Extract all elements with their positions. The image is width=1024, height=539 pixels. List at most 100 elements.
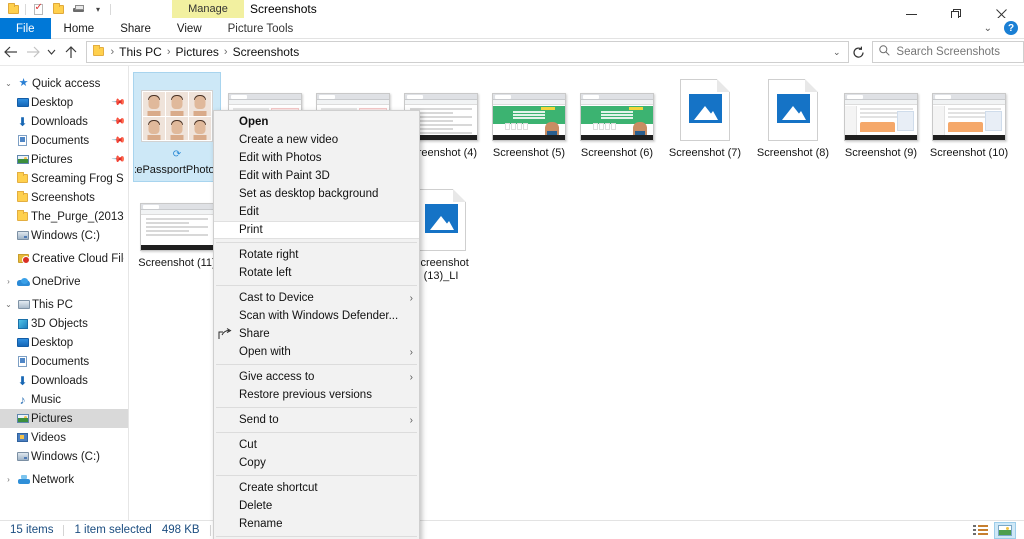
context-menu-item-cast-to-device[interactable]: Cast to Device › xyxy=(214,289,419,307)
file-tile[interactable]: Screenshot (10) xyxy=(925,72,1013,182)
folder-icon[interactable] xyxy=(3,0,23,18)
file-tile[interactable]: Screenshot (11) xyxy=(133,182,221,292)
sidebar-item-onedrive[interactable]: › OneDrive xyxy=(0,272,128,291)
file-tile[interactable]: Screenshot (6) xyxy=(573,72,661,182)
sidebar-item-pictures-pc[interactable]: Pictures xyxy=(0,409,128,428)
file-tile[interactable]: ⟳ MakePassportPhoto.com xyxy=(133,72,221,182)
chevron-down-icon[interactable]: ⌄ xyxy=(2,300,15,309)
manage-contextual-tab[interactable]: Manage xyxy=(172,0,244,18)
browser-thumbnail xyxy=(579,79,655,141)
context-menu-item-rotate-right[interactable]: Rotate right xyxy=(214,246,419,264)
address-input[interactable]: › This PC › Pictures › Screenshots ⌄ xyxy=(86,41,849,63)
context-menu-item-create-shortcut[interactable]: Create shortcut xyxy=(214,479,419,497)
context-menu-item-set-as-desktop-background[interactable]: Set as desktop background xyxy=(214,185,419,203)
sidebar-label: Windows (C:) xyxy=(31,451,100,463)
breadcrumb-pictures[interactable]: Pictures xyxy=(174,45,221,59)
file-list-view[interactable]: ⟳ MakePassportPhoto.com Screenshot (2) xyxy=(129,66,1024,520)
up-button[interactable] xyxy=(60,39,82,65)
print-icon[interactable] xyxy=(68,0,88,18)
context-menu-item-scan-with-windows-defender[interactable]: Scan with Windows Defender... xyxy=(214,307,419,325)
sidebar-item-downloads-pc[interactable]: ⬇ Downloads xyxy=(0,371,128,390)
context-menu-item-open[interactable]: Open xyxy=(214,113,419,131)
sidebar-item-pictures[interactable]: Pictures 📌 xyxy=(0,150,128,169)
context-menu-item-restore-previous-versions[interactable]: Restore previous versions xyxy=(214,386,419,404)
address-dropdown-icon[interactable]: ⌄ xyxy=(833,47,844,58)
sidebar-item-this-pc[interactable]: ⌄ This PC xyxy=(0,295,128,314)
sidebar-item-videos[interactable]: Videos xyxy=(0,428,128,447)
context-menu-item-print[interactable]: Print xyxy=(214,221,419,239)
context-menu-item-edit-with-photos[interactable]: Edit with Photos xyxy=(214,149,419,167)
sidebar-item-windows-c-pc[interactable]: Windows (C:) xyxy=(0,447,128,466)
menu-separator xyxy=(216,364,417,365)
context-menu-item-delete[interactable]: Delete xyxy=(214,497,419,515)
forward-button[interactable] xyxy=(22,39,44,65)
tab-picture-tools-label: Picture Tools xyxy=(228,23,294,35)
navigation-pane[interactable]: ⌄ ★ Quick access Desktop 📌 ⬇ Downloads 📌… xyxy=(0,66,129,520)
chevron-down-icon[interactable]: ⌄ xyxy=(2,79,15,88)
sidebar-item-documents-pc[interactable]: Documents xyxy=(0,352,128,371)
recent-locations-icon[interactable] xyxy=(43,39,59,65)
title-bar: ▾ Manage Screenshots xyxy=(0,0,1024,18)
sidebar-item-creative-cloud-files[interactable]: Creative Cloud Files xyxy=(0,249,128,268)
sidebar-item-the-purge-2013[interactable]: The_Purge_(2013) xyxy=(0,207,128,226)
context-menu-item-edit[interactable]: Edit xyxy=(214,203,419,221)
large-icons-view-button[interactable] xyxy=(994,522,1016,539)
chevron-right-icon[interactable]: › xyxy=(2,277,15,286)
sidebar-item-documents[interactable]: Documents 📌 xyxy=(0,131,128,150)
context-menu-item-create-a-new-video[interactable]: Create a new video xyxy=(214,131,419,149)
chevron-right-icon[interactable]: › xyxy=(2,475,15,484)
divider xyxy=(25,4,26,15)
videos-icon xyxy=(14,433,31,442)
menu-label: Print xyxy=(239,224,263,236)
tab-home[interactable]: Home xyxy=(51,18,108,39)
sidebar-item-desktop[interactable]: Desktop 📌 xyxy=(0,93,128,112)
context-menu-item-rotate-left[interactable]: Rotate left xyxy=(214,264,419,282)
file-label-row: Screenshot (11) xyxy=(135,257,219,270)
sidebar-item-music[interactable]: ♪ Music xyxy=(0,390,128,409)
file-tile[interactable]: Screenshot (8) xyxy=(749,72,837,182)
chevron-right-icon: › xyxy=(410,415,413,426)
sidebar-label: Quick access xyxy=(32,78,100,90)
tab-share[interactable]: Share xyxy=(107,18,164,39)
sidebar-item-screaming-frog-seo[interactable]: Screaming Frog SEO xyxy=(0,169,128,188)
help-icon[interactable]: ? xyxy=(1004,21,1018,35)
context-menu-item-edit-with-paint-3d[interactable]: Edit with Paint 3D xyxy=(214,167,419,185)
folder-icon xyxy=(14,174,31,183)
sidebar-item-windows-c[interactable]: Windows (C:) xyxy=(0,226,128,245)
sidebar-item-downloads[interactable]: ⬇ Downloads 📌 xyxy=(0,112,128,131)
sidebar-item-quick-access[interactable]: ⌄ ★ Quick access xyxy=(0,74,128,93)
context-menu-item-share[interactable]: Share xyxy=(214,325,419,343)
breadcrumb-screenshots[interactable]: Screenshots xyxy=(231,45,302,59)
context-menu-item-open-with[interactable]: Open with › xyxy=(214,343,419,361)
sidebar-item-3d-objects[interactable]: 3D Objects xyxy=(0,314,128,333)
new-folder-icon[interactable] xyxy=(48,0,68,18)
sidebar-item-desktop-pc[interactable]: Desktop xyxy=(0,333,128,352)
this-pc-icon xyxy=(15,300,32,309)
menu-label: Copy xyxy=(239,457,266,469)
context-menu-item-rename[interactable]: Rename xyxy=(214,515,419,533)
sidebar-item-screenshots[interactable]: Screenshots xyxy=(0,188,128,207)
back-button[interactable] xyxy=(0,39,22,65)
tab-view[interactable]: View xyxy=(164,18,215,39)
context-menu-item-copy[interactable]: Copy xyxy=(214,454,419,472)
context-menu-item-cut[interactable]: Cut xyxy=(214,436,419,454)
properties-icon[interactable] xyxy=(28,0,48,18)
search-input[interactable]: Search Screenshots xyxy=(872,41,1024,63)
breadcrumb-this-pc[interactable]: This PC xyxy=(117,45,164,59)
context-menu[interactable]: Open Create a new video Edit with Photos… xyxy=(213,110,420,539)
sidebar-item-network[interactable]: › Network xyxy=(0,470,128,489)
ribbon-collapse-chevron-icon[interactable]: ⌄ xyxy=(984,23,992,34)
file-label-row: ⟳ MakePassportPhoto.com xyxy=(135,148,219,174)
menu-label: Open with xyxy=(239,346,291,358)
file-tile[interactable]: Screenshot (9) xyxy=(837,72,925,182)
file-tile[interactable]: Screenshot (5) xyxy=(485,72,573,182)
context-menu-item-send-to[interactable]: Send to › xyxy=(214,411,419,429)
details-view-button[interactable] xyxy=(969,522,991,539)
sidebar-label: Downloads xyxy=(31,116,88,128)
file-tile[interactable]: Screenshot (7) xyxy=(661,72,749,182)
context-menu-item-give-access-to[interactable]: Give access to › xyxy=(214,368,419,386)
tab-file[interactable]: File xyxy=(0,18,51,39)
refresh-icon[interactable] xyxy=(849,41,869,63)
tab-picture-tools[interactable]: Picture Tools xyxy=(215,18,307,39)
qat-dropdown-icon[interactable]: ▾ xyxy=(88,0,108,18)
